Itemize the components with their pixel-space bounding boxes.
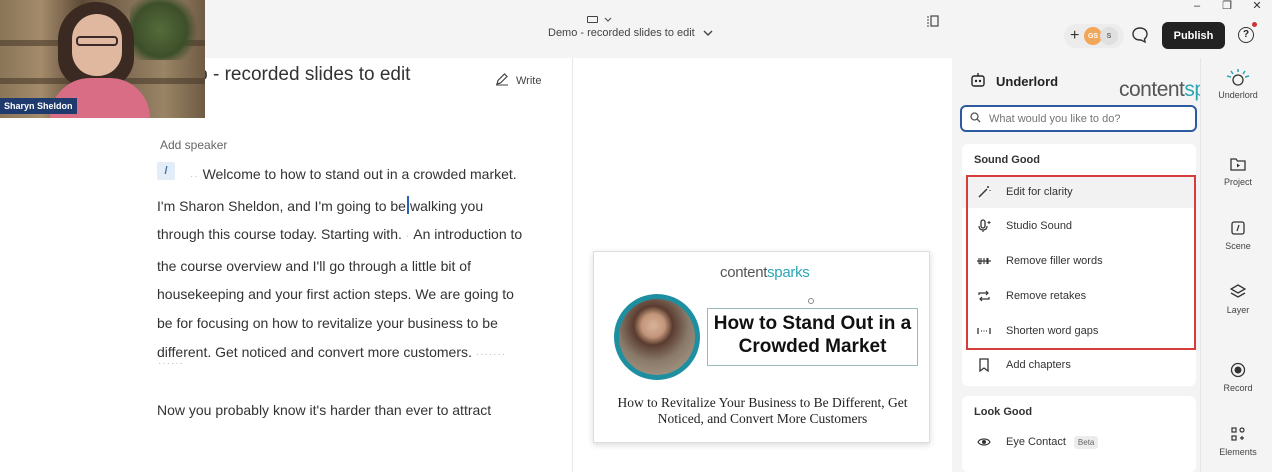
slide-logo-accent: sparks (767, 264, 810, 281)
eye-contact-item[interactable]: Eye Contact Beta (976, 434, 1099, 450)
window-controls: – ❐ ✕ (1182, 0, 1272, 14)
pause-marker[interactable]: ······· (476, 349, 506, 360)
elements-icon (1204, 425, 1272, 443)
notification-dot (1252, 22, 1257, 27)
speaker-name-tag: Sharyn Sheldon (0, 98, 77, 114)
close-button[interactable]: ✕ (1242, 0, 1272, 14)
pause-marker[interactable]: ······ (158, 358, 184, 369)
collaborators[interactable]: + GS S (1064, 24, 1124, 48)
rotate-handle[interactable] (808, 298, 814, 304)
transcript-segment[interactable]: Now you probably know it's harder than e… (157, 402, 491, 418)
rail-label: Record (1223, 383, 1253, 393)
project-title-dropdown[interactable]: Demo - recorded slides to edit (548, 27, 713, 39)
underlord-header: Underlord (970, 72, 1058, 91)
help-icon[interactable]: ? (1238, 27, 1254, 43)
write-mode-button[interactable]: Write (495, 72, 541, 89)
slide-logo-text: content (720, 264, 768, 281)
presenter-photo[interactable] (614, 294, 700, 380)
rail-elements[interactable]: Elements (1204, 425, 1272, 457)
logo-text: content (1119, 78, 1185, 101)
item-label: Add chapters (1006, 359, 1071, 371)
transcript-text[interactable]: ·· Welcome to how to stand out in a crow… (157, 160, 529, 369)
text-cursor (406, 195, 409, 214)
rail-scene[interactable]: Scene (1204, 219, 1272, 251)
project-title: Demo - recorded slides to edit (548, 27, 695, 39)
aspect-ratio-dropdown[interactable] (587, 14, 612, 24)
robot-icon (970, 72, 986, 91)
underlord-title: Underlord (996, 74, 1059, 89)
right-rail (1200, 58, 1272, 472)
layers-icon (1204, 283, 1272, 301)
item-label: Eye Contact (1006, 436, 1066, 448)
write-label: Write (516, 74, 542, 87)
annotation-highlight (966, 175, 1196, 350)
slide-subtitle[interactable]: How to Revitalize Your Business to Be Di… (594, 395, 931, 427)
pause-marker[interactable]: · (406, 231, 410, 242)
robot-icon (1204, 68, 1272, 86)
avatar: S (1100, 27, 1118, 45)
comment-icon[interactable] (1131, 26, 1149, 44)
folder-play-icon (1204, 155, 1272, 173)
aspect-ratio-icon (587, 15, 598, 23)
search-input[interactable] (989, 112, 1189, 125)
pen-icon (495, 72, 509, 89)
eye-icon (976, 434, 992, 450)
section-title: Sound Good (974, 154, 1040, 166)
rail-layer[interactable]: Layer (1204, 283, 1272, 315)
scene-icon (1204, 219, 1272, 237)
beta-badge: Beta (1073, 435, 1099, 449)
record-icon (1204, 361, 1272, 379)
add-chapters-item[interactable]: Add chapters (976, 357, 1071, 373)
chevron-down-icon (604, 14, 612, 24)
chevron-down-icon (703, 28, 713, 39)
search-icon (970, 110, 981, 128)
add-speaker-button[interactable]: Add speaker (160, 138, 227, 152)
rail-project[interactable]: Project (1204, 155, 1272, 187)
webcam-video: Sharyn Sheldon (0, 0, 205, 118)
rail-label: Scene (1225, 241, 1251, 251)
look-good-card: Look Good Eye Contact Beta (962, 396, 1196, 472)
publish-button[interactable]: Publish (1162, 22, 1225, 49)
underlord-search[interactable] (960, 105, 1197, 132)
rail-label: Project (1223, 177, 1252, 187)
rail-label: Underlord (1218, 90, 1258, 100)
maximize-button[interactable]: ❐ (1212, 0, 1242, 14)
rail-label: Layer (1226, 305, 1250, 315)
add-collaborator-icon[interactable]: + (1070, 27, 1084, 45)
rail-record[interactable]: Record (1204, 361, 1272, 393)
rail-underlord[interactable]: Underlord (1204, 68, 1272, 100)
panel-toggle-icon[interactable] (926, 14, 939, 32)
minimize-button[interactable]: – (1182, 0, 1212, 14)
section-title: Look Good (974, 406, 1033, 418)
slide-logo: contentsparks (720, 264, 810, 281)
transcript-segment[interactable]: An introduction to the course overview a… (157, 226, 522, 359)
bookmark-icon (976, 357, 992, 373)
rail-label: Elements (1219, 447, 1257, 457)
pause-marker[interactable]: ·· (190, 171, 199, 182)
slide-preview[interactable]: contentsparks How to Stand Out in a Crow… (593, 251, 930, 443)
slide-title[interactable]: How to Stand Out in a Crowded Market (707, 312, 918, 358)
